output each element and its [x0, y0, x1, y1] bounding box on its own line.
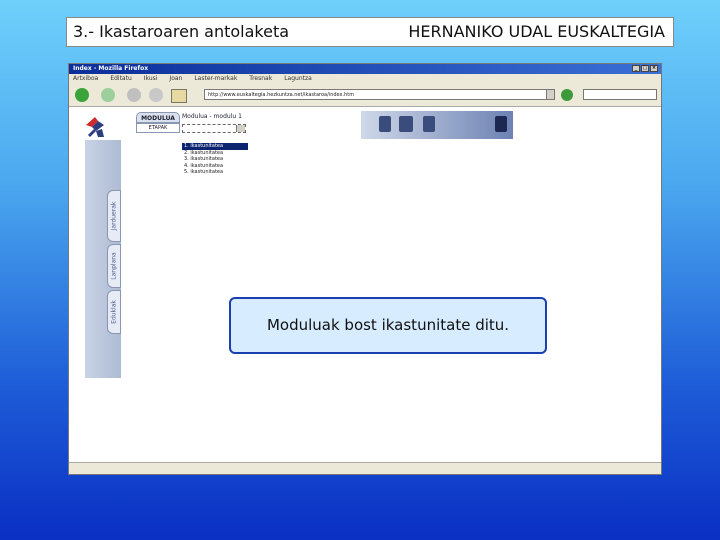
reload-icon[interactable] [127, 88, 141, 102]
tab-jarduerak[interactable]: Jarduerak [107, 190, 121, 242]
dictionary-icon[interactable] [399, 116, 413, 132]
list-item[interactable]: 1. ikastunitatea [182, 143, 248, 150]
units-dropdown-list: 1. ikastunitatea 2. ikastunitatea 3. ika… [182, 143, 248, 176]
maximize-icon[interactable]: □ [641, 65, 649, 72]
menu-item-file[interactable]: Artxiboa [73, 74, 98, 84]
mail-icon[interactable] [495, 116, 507, 132]
slide-title-bar: 3.- Ikastaroaren antolaketa HERNANIKO UD… [66, 17, 674, 47]
close-icon[interactable]: × [650, 65, 658, 72]
list-item[interactable]: 4. ikastunitatea [182, 163, 248, 170]
browser-titlebar: Index - Mozilla Firefox _ □ × [69, 64, 661, 74]
menu-item-edit[interactable]: Editatu [110, 74, 131, 84]
list-item[interactable]: 2. ikastunitatea [182, 150, 248, 157]
home-icon[interactable] [171, 89, 187, 103]
list-item[interactable]: 3. ikastunitatea [182, 156, 248, 163]
menu-item-tools[interactable]: Tresnak [249, 74, 272, 84]
browser-screenshot: Index - Mozilla Firefox _ □ × Artxiboa E… [68, 63, 662, 475]
books-icon[interactable] [423, 116, 435, 132]
list-item[interactable]: 5. ikastunitatea [182, 169, 248, 176]
forward-arrow-icon[interactable] [101, 88, 115, 102]
module-label: Modulua - modulu 1 [182, 113, 242, 120]
slide-title: 3.- Ikastaroaren antolaketa [73, 22, 290, 41]
etapak-select[interactable] [182, 124, 246, 133]
slide-organization: HERNANIKO UDAL EUSKALTEGIA [408, 22, 665, 41]
url-dropdown-icon[interactable] [546, 89, 555, 100]
tab-eduklak[interactable]: Eduklak [107, 290, 121, 334]
tab-etapak[interactable]: ETAPAK [136, 123, 180, 133]
page-content: Jarduerak Lanplana Eduklak MODULUA ETAPA… [69, 107, 661, 462]
sidebar: Jarduerak Lanplana Eduklak [85, 140, 121, 378]
tab-eduklak-label: Eduklak [110, 300, 118, 324]
back-arrow-icon[interactable] [75, 88, 89, 102]
search-input[interactable] [583, 89, 657, 100]
browser-navbar: http://www.euskaltegia.hezkuntza.net/ika… [69, 84, 661, 107]
menu-item-view[interactable]: Ikusi [144, 74, 158, 84]
tab-jarduerak-label: Jarduerak [110, 201, 118, 231]
tab-modulua[interactable]: MODULUA [136, 112, 180, 123]
menu-item-help[interactable]: Laguntza [284, 74, 312, 84]
url-input[interactable]: http://www.euskaltegia.hezkuntza.net/ika… [204, 89, 554, 100]
chevron-down-icon[interactable] [236, 125, 245, 132]
logo-icon [86, 117, 104, 137]
stop-icon[interactable] [149, 88, 163, 102]
browser-menubar: Artxiboa Editatu Ikusi Joan Laster-marka… [69, 74, 661, 84]
tab-lanplana-label: Lanplana [110, 252, 118, 280]
notebook-icon[interactable] [379, 116, 391, 132]
tab-lanplana[interactable]: Lanplana [107, 244, 121, 288]
menu-item-go[interactable]: Joan [169, 74, 182, 84]
minimize-icon[interactable]: _ [632, 65, 640, 72]
header-banner [361, 111, 513, 139]
browser-window-title: Index - Mozilla Firefox [73, 65, 149, 72]
menu-item-bookmarks[interactable]: Laster-markak [194, 74, 237, 84]
browser-statusbar [69, 462, 661, 474]
callout-box: Moduluak bost ikastunitate ditu. [229, 297, 547, 354]
go-icon[interactable] [561, 89, 573, 101]
